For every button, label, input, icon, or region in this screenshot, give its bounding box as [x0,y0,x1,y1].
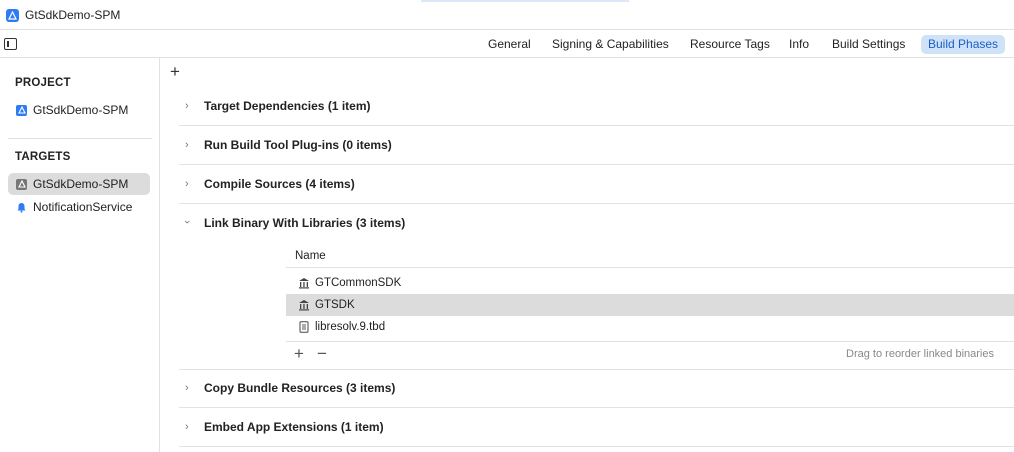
chevron-right-icon[interactable]: › [185,382,189,394]
framework-icon [298,299,310,311]
xcode-project-icon [6,9,19,22]
sidebar-item-label: GtSdkDemo-SPM [33,103,129,117]
libraries-footer: + − Drag to reorder linked binaries [286,341,1014,365]
drag-hint-label: Drag to reorder linked binaries [846,348,994,360]
title-bar: GtSdkDemo-SPM [0,0,1014,30]
phase-target-dependencies[interactable]: › Target Dependencies (1 item) [179,87,1014,126]
tab-resource-tags[interactable]: Resource Tags [683,35,777,54]
column-header-name[interactable]: Name [295,250,326,262]
project-section-header: PROJECT [15,77,71,89]
chevron-right-icon[interactable]: › [185,100,189,112]
chevron-down-icon[interactable]: › [181,220,193,224]
xcode-project-icon [16,104,27,116]
bell-icon [16,202,27,213]
sidebar-item-label: NotificationService [33,200,133,214]
phase-title: Target Dependencies (1 item) [204,99,371,113]
tab-info[interactable]: Info [782,35,816,54]
sidebar-item-target-notification[interactable]: NotificationService [8,196,150,218]
app-target-icon [16,178,27,190]
sidebar-toggle-icon[interactable] [4,38,17,50]
phase-link-binary-with-libraries[interactable]: › Link Binary With Libraries (3 items) N… [179,204,1014,370]
library-name: GTSDK [315,299,355,311]
table-row[interactable]: GTSDK [286,294,1014,316]
sidebar-item-label: GtSdkDemo-SPM [33,177,129,191]
table-row[interactable]: GTCommonSDK [286,272,1014,294]
tab-signing-capabilities[interactable]: Signing & Capabilities [545,35,676,54]
editor-tab-bar: General Signing & Capabilities Resource … [0,30,1014,58]
tab-build-phases[interactable]: Build Phases [921,35,1006,54]
remove-library-button[interactable]: − [317,344,327,364]
chevron-right-icon[interactable]: › [185,139,189,151]
tab-general[interactable]: General [481,35,538,54]
divider [8,138,152,139]
library-name: libresolv.9.tbd [315,321,386,333]
tab-build-settings[interactable]: Build Settings [825,35,912,54]
phase-run-build-tool-plugins[interactable]: › Run Build Tool Plug-ins (0 items) [179,126,1014,165]
phase-title: Link Binary With Libraries (3 items) [204,216,406,230]
window-title: GtSdkDemo-SPM [25,8,121,22]
sidebar-item-project[interactable]: GtSdkDemo-SPM [8,99,150,121]
phase-title: Embed App Extensions (1 item) [204,420,384,434]
library-name: GTCommonSDK [315,277,402,289]
framework-icon [298,277,310,289]
phase-copy-bundle-resources[interactable]: › Copy Bundle Resources (3 items) [179,369,1014,408]
chevron-right-icon[interactable]: › [185,421,189,433]
add-build-phase-button[interactable]: + [170,63,180,81]
phase-title: Run Build Tool Plug-ins (0 items) [204,138,392,152]
drag-region [421,0,629,2]
table-header: Name [286,246,1014,268]
build-phases-editor: + › Target Dependencies (1 item) › Run B… [161,58,1014,452]
phase-title: Copy Bundle Resources (3 items) [204,381,396,395]
table-row[interactable]: libresolv.9.tbd [286,316,1014,338]
sidebar-item-target-app[interactable]: GtSdkDemo-SPM [8,173,150,195]
phase-title: Compile Sources (4 items) [204,177,355,191]
phase-compile-sources[interactable]: › Compile Sources (4 items) [179,165,1014,204]
chevron-right-icon[interactable]: › [185,178,189,190]
targets-section-header: TARGETS [15,151,71,163]
add-library-button[interactable]: + [294,344,304,364]
file-icon [298,321,310,333]
project-sidebar: PROJECT GtSdkDemo-SPM TARGETS GtSdkDemo-… [0,58,160,452]
phase-embed-app-extensions[interactable]: › Embed App Extensions (1 item) [179,408,1014,447]
